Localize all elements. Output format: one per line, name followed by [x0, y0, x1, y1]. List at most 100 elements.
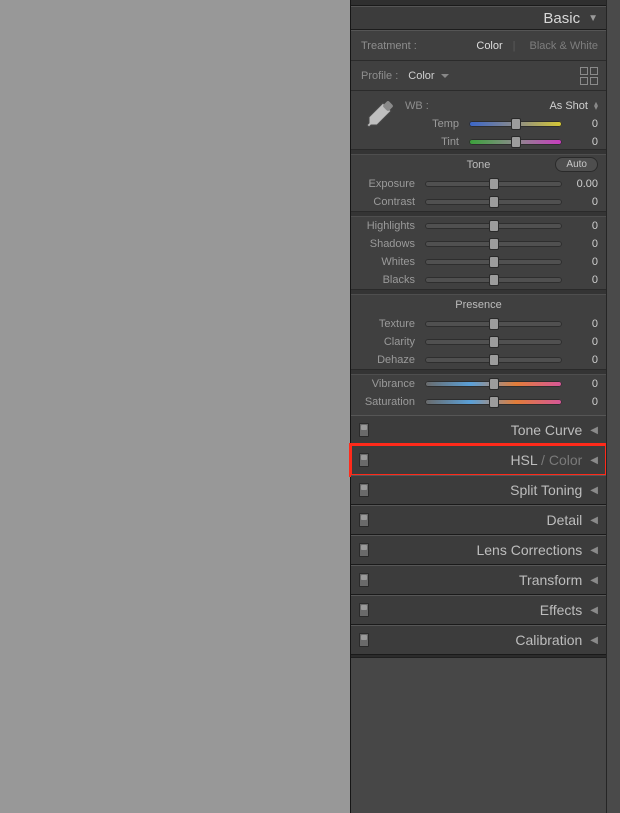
- panel-switch-icon[interactable]: [359, 513, 369, 527]
- clarity-slider[interactable]: [425, 339, 562, 345]
- panel-title: Split Toning: [510, 482, 582, 498]
- profile-dropdown[interactable]: Color: [408, 70, 448, 82]
- blacks-slider[interactable]: [425, 277, 562, 283]
- panel-detail[interactable]: Detail ◀: [351, 505, 606, 535]
- scrollbar-track[interactable]: [606, 0, 620, 813]
- disclosure-triangle-icon[interactable]: ▼: [588, 13, 598, 24]
- panel-title: Effects: [540, 602, 583, 618]
- updown-caret-icon: ▴▾: [594, 102, 598, 110]
- slider-thumb[interactable]: [489, 178, 499, 190]
- highlights-slider[interactable]: [425, 223, 562, 229]
- contrast-slider[interactable]: [425, 199, 562, 205]
- contrast-value[interactable]: 0: [568, 196, 598, 208]
- temp-value[interactable]: 0: [568, 118, 598, 130]
- panel-switch-icon[interactable]: [359, 633, 369, 647]
- dehaze-label: Dehaze: [361, 354, 419, 366]
- panel-switch-icon[interactable]: [359, 543, 369, 557]
- disclosure-triangle-icon[interactable]: ◀: [590, 605, 598, 616]
- disclosure-triangle-icon[interactable]: ◀: [590, 545, 598, 556]
- saturation-label: Saturation: [361, 396, 419, 408]
- slider-thumb[interactable]: [489, 196, 499, 208]
- vibrance-label: Vibrance: [361, 378, 419, 390]
- tint-value[interactable]: 0: [568, 136, 598, 148]
- disclosure-triangle-icon[interactable]: ◀: [590, 425, 598, 436]
- wb-dropdown[interactable]: As Shot ▴▾: [549, 100, 598, 112]
- saturation-slider[interactable]: [425, 399, 562, 405]
- saturation-value[interactable]: 0: [568, 396, 598, 408]
- disclosure-triangle-icon[interactable]: ◀: [590, 575, 598, 586]
- contrast-label: Contrast: [361, 196, 419, 208]
- auto-tone-button[interactable]: Auto: [555, 157, 598, 172]
- panel-split-toning[interactable]: Split Toning ◀: [351, 475, 606, 505]
- hsl-text: HSL: [510, 452, 537, 468]
- vibrance-value[interactable]: 0: [568, 378, 598, 390]
- panel-calibration[interactable]: Calibration ◀: [351, 625, 606, 655]
- treatment-option-color[interactable]: Color: [476, 40, 502, 52]
- texture-value[interactable]: 0: [568, 318, 598, 330]
- temp-slider[interactable]: [469, 121, 562, 127]
- clarity-label: Clarity: [361, 336, 419, 348]
- disclosure-triangle-icon[interactable]: ◀: [590, 455, 598, 466]
- caret-down-icon: [441, 74, 449, 78]
- texture-slider[interactable]: [425, 321, 562, 327]
- treatment-separator: |: [513, 40, 516, 52]
- dehaze-slider[interactable]: [425, 357, 562, 363]
- dehaze-value[interactable]: 0: [568, 354, 598, 366]
- panel-switch-icon[interactable]: [359, 573, 369, 587]
- slider-thumb[interactable]: [489, 396, 499, 408]
- slider-thumb[interactable]: [489, 378, 499, 390]
- disclosure-triangle-icon[interactable]: ◀: [590, 515, 598, 526]
- whites-slider[interactable]: [425, 259, 562, 265]
- hsl-color-text: Color: [549, 452, 582, 468]
- slider-thumb[interactable]: [489, 256, 499, 268]
- profile-row: Profile : Color: [351, 61, 606, 91]
- panel-tone-curve[interactable]: Tone Curve ◀: [351, 415, 606, 445]
- tint-slider[interactable]: [469, 139, 562, 145]
- highlights-label: Highlights: [361, 220, 419, 232]
- disclosure-triangle-icon[interactable]: ◀: [590, 485, 598, 496]
- shadows-value[interactable]: 0: [568, 238, 598, 250]
- clarity-value[interactable]: 0: [568, 336, 598, 348]
- hsl-sep: /: [537, 452, 549, 468]
- panel-switch-icon[interactable]: [359, 453, 369, 467]
- panel-switch-icon[interactable]: [359, 423, 369, 437]
- slider-thumb[interactable]: [489, 354, 499, 366]
- panel-effects[interactable]: Effects ◀: [351, 595, 606, 625]
- texture-label: Texture: [361, 318, 419, 330]
- treatment-option-bw[interactable]: Black & White: [530, 40, 598, 52]
- slider-thumb[interactable]: [511, 136, 521, 148]
- whites-value[interactable]: 0: [568, 256, 598, 268]
- panel-switch-icon[interactable]: [359, 483, 369, 497]
- panel-switch-icon[interactable]: [359, 603, 369, 617]
- slider-thumb[interactable]: [511, 118, 521, 130]
- slider-thumb[interactable]: [489, 220, 499, 232]
- white-balance-eyedropper-icon[interactable]: [361, 97, 397, 133]
- profile-label: Profile :: [361, 70, 398, 82]
- tone-section-header: Tone Auto: [351, 155, 606, 175]
- panel-hsl-color[interactable]: HSL / Color ◀: [351, 445, 606, 475]
- develop-right-panel: Basic ▼ Treatment : Color | Black & Whit…: [350, 0, 606, 813]
- whites-label: Whites: [361, 256, 419, 268]
- profile-value: Color: [408, 70, 434, 82]
- disclosure-triangle-icon[interactable]: ◀: [590, 635, 598, 646]
- blacks-value[interactable]: 0: [568, 274, 598, 286]
- shadows-slider[interactable]: [425, 241, 562, 247]
- vibrance-slider[interactable]: [425, 381, 562, 387]
- exposure-slider[interactable]: [425, 181, 562, 187]
- panel-header-basic[interactable]: Basic ▼: [351, 6, 606, 30]
- slider-thumb[interactable]: [489, 318, 499, 330]
- slider-thumb[interactable]: [489, 238, 499, 250]
- panel-body-basic: Treatment : Color | Black & White Profil…: [351, 30, 606, 415]
- slider-thumb[interactable]: [489, 336, 499, 348]
- panel-empty-area: [351, 657, 606, 813]
- highlights-value[interactable]: 0: [568, 220, 598, 232]
- profile-browser-icon[interactable]: [580, 67, 598, 85]
- exposure-value[interactable]: 0.00: [568, 178, 598, 190]
- wb-value: As Shot: [549, 100, 588, 112]
- panel-lens-corrections[interactable]: Lens Corrections ◀: [351, 535, 606, 565]
- tint-label: Tint: [405, 136, 463, 148]
- canvas-empty-area: [0, 0, 350, 813]
- panel-title-basic: Basic: [543, 10, 580, 27]
- slider-thumb[interactable]: [489, 274, 499, 286]
- panel-transform[interactable]: Transform ◀: [351, 565, 606, 595]
